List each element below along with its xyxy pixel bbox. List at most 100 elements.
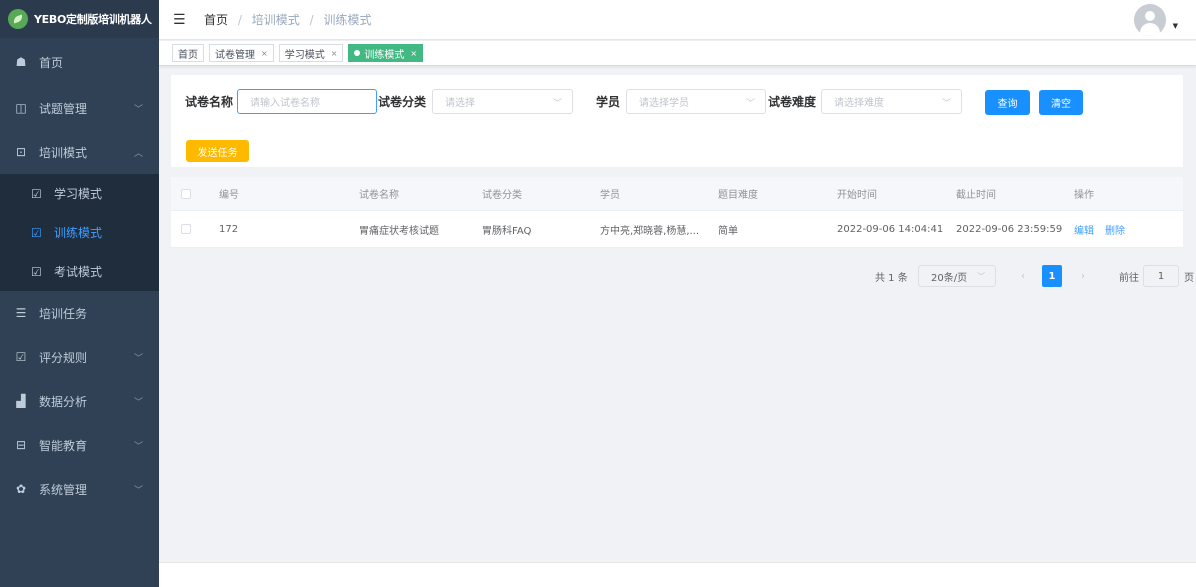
sidebar-item-question-management[interactable]: ◫ 试题管理 ﹀ (0, 86, 159, 130)
cell-paper-name: 胃痛症状考核试题 (359, 225, 439, 237)
column-header-actions: 操作 (1074, 190, 1094, 201)
edit-icon: ☑ (31, 225, 42, 240)
paper-name-placeholder: 请输入试卷名称 (250, 98, 320, 109)
select-all-checkbox[interactable] (181, 188, 191, 199)
breadcrumb-current: 训练模式 (323, 13, 372, 27)
chevron-down-icon: ﹀ (133, 397, 143, 408)
bar-chart-icon: ▟ (16, 394, 26, 408)
tag-study-mode[interactable]: 学习模式 × (278, 44, 344, 62)
student-select[interactable]: 请选择学员 ﹀ (626, 89, 766, 114)
difficulty-placeholder: 请选择难度 (834, 98, 884, 109)
sidebar-item-label: 评分规则 (39, 350, 88, 365)
breadcrumb-separator: / (237, 13, 242, 27)
prev-page-icon[interactable]: ‹ (1013, 265, 1033, 287)
difficulty-select[interactable]: 请选择难度 ﹀ (821, 89, 962, 114)
chevron-down-icon: ﹀ (133, 485, 143, 496)
sidebar-item-training-tasks[interactable]: ☰ 培训任务 (0, 291, 159, 335)
top-navbar: ☰ 首页 / 培训模式 / 训练模式 ▼ (159, 0, 1196, 40)
query-button[interactable]: 查询 (985, 90, 1030, 115)
caret-down-icon[interactable]: ▼ (1173, 22, 1178, 30)
book-icon: ◫ (15, 101, 27, 115)
chevron-down-icon: ﹀ (133, 353, 143, 364)
next-page-icon[interactable]: › (1073, 265, 1093, 287)
sidebar-subitem-practice-mode[interactable]: ☑ 训练模式 (0, 213, 159, 252)
sidebar-item-label: 首页 (39, 55, 64, 70)
page-size-value: 20条/页 (931, 272, 968, 284)
cell-students: 方中亮,郑晓蓉,杨慧,... (600, 225, 700, 237)
row-checkbox[interactable] (181, 224, 191, 234)
page-number-button[interactable]: 1 (1042, 265, 1062, 287)
tag-label: 训练模式 (364, 49, 405, 61)
tag-label: 首页 (178, 49, 198, 61)
sidebar-subitem-label: 考试模式 (54, 265, 103, 279)
monitor-icon: ⊡ (15, 145, 27, 159)
breadcrumb-home[interactable]: 首页 (204, 13, 228, 27)
user-avatar-icon[interactable] (1134, 4, 1166, 36)
table-header: 编号 试卷名称 试卷分类 学员 题目难度 开始时间 截止时间 操作 (171, 177, 1183, 211)
sidebar-subitem-label: 训练模式 (54, 226, 103, 240)
sidebar-item-label: 智能教育 (39, 438, 88, 453)
tag-label: 试卷管理 (215, 49, 255, 61)
delete-link[interactable]: 删除 (1105, 222, 1125, 237)
pagination-total: 共 1 条 (875, 272, 908, 284)
papers-table: 编号 试卷名称 试卷分类 学员 题目难度 开始时间 截止时间 操作 172 胃痛… (171, 177, 1183, 248)
hamburger-icon[interactable]: ☰ (173, 12, 187, 28)
chevron-down-icon: ﹀ (133, 441, 143, 452)
tag-paper-management[interactable]: 试卷管理 × (209, 44, 274, 62)
screen-icon: ⊟ (15, 438, 27, 452)
send-task-button[interactable]: 发送任务 (186, 140, 249, 162)
app-logo[interactable]: YEBO定制版培训机器人 (0, 0, 159, 38)
gear-icon: ✿ (15, 482, 27, 496)
sidebar-item-home[interactable]: ☗ 首页 (0, 38, 159, 86)
sidebar-item-label: 试题管理 (39, 101, 88, 116)
sidebar-subitem-study-mode[interactable]: ☑ 学习模式 (0, 174, 159, 213)
cell-end-time: 2022-09-06 23:59:59 (956, 223, 1063, 235)
edit-icon: ☑ (31, 264, 42, 279)
sidebar-item-data-analysis[interactable]: ▟ 数据分析 ﹀ (0, 379, 159, 423)
breadcrumb-separator: / (309, 13, 314, 27)
column-header-category: 试卷分类 (482, 190, 522, 201)
cell-id: 172 (219, 223, 239, 235)
sidebar-item-scoring-rules[interactable]: ☑ 评分规则 ﹀ (0, 335, 159, 379)
sidebar-menu: ☗ 首页 ◫ 试题管理 ﹀ ⊡ 培训模式 ︿ ☑ 学习模式 ☑ 训练模式 ☑ 考… (0, 38, 159, 511)
cell-start-time: 2022-09-06 14:04:41 (837, 223, 944, 235)
sidebar-item-label: 培训任务 (39, 306, 88, 321)
sidebar-item-label: 系统管理 (39, 482, 88, 497)
goto-page-input[interactable]: 1 (1143, 265, 1179, 287)
goto-label: 前往 (1119, 272, 1139, 284)
page-size-select[interactable]: 20条/页 ﹀ (918, 265, 997, 287)
sidebar-item-smart-education[interactable]: ⊟ 智能教育 ﹀ (0, 423, 159, 467)
paper-category-label: 试卷分类 (378, 95, 427, 109)
close-icon[interactable]: × (331, 49, 338, 58)
goto-suffix: 页 (1184, 272, 1194, 284)
close-icon[interactable]: × (410, 49, 417, 58)
sidebar-item-label: 培训模式 (39, 145, 88, 160)
sidebar-item-system-management[interactable]: ✿ 系统管理 ﹀ (0, 467, 159, 511)
student-label: 学员 (596, 95, 621, 109)
student-placeholder: 请选择学员 (639, 98, 689, 109)
breadcrumb-training-mode: 培训模式 (251, 13, 300, 27)
sidebar-subitem-exam-mode[interactable]: ☑ 考试模式 (0, 252, 159, 291)
paper-name-input[interactable]: 请输入试卷名称 (237, 89, 377, 114)
app-title: YEBO定制版培训机器人 (34, 13, 152, 26)
column-header-difficulty: 题目难度 (718, 190, 758, 201)
pagination: 共 1 条 20条/页 ﹀ ‹ 1 › 前往 1 页 (159, 263, 1196, 293)
paper-category-select[interactable]: 请选择 ﹀ (432, 89, 573, 114)
column-header-paper-name: 试卷名称 (359, 190, 399, 201)
sidebar-item-training-mode[interactable]: ⊡ 培训模式 ︿ (0, 130, 159, 174)
leaf-logo-icon (8, 9, 28, 29)
clear-button[interactable]: 清空 (1039, 90, 1083, 115)
edit-link[interactable]: 编辑 (1074, 222, 1094, 237)
paper-category-placeholder: 请选择 (445, 98, 475, 109)
difficulty-label: 试卷难度 (768, 95, 817, 109)
filter-panel: 试卷名称 请输入试卷名称 试卷分类 请选择 ﹀ 学员 请选择学员 ﹀ 试卷难度 … (171, 75, 1183, 167)
cell-difficulty: 简单 (718, 225, 738, 237)
tag-practice-mode[interactable]: 训练模式 × (348, 44, 424, 62)
close-icon[interactable]: × (261, 49, 268, 58)
column-header-start-time: 开始时间 (837, 190, 877, 201)
training-submenu: ☑ 学习模式 ☑ 训练模式 ☑ 考试模式 (0, 174, 159, 291)
chevron-down-icon: ﹀ (745, 99, 755, 109)
tag-home[interactable]: 首页 (172, 44, 204, 62)
sidebar-item-label: 数据分析 (39, 394, 88, 409)
chevron-down-icon: ﹀ (941, 99, 951, 109)
